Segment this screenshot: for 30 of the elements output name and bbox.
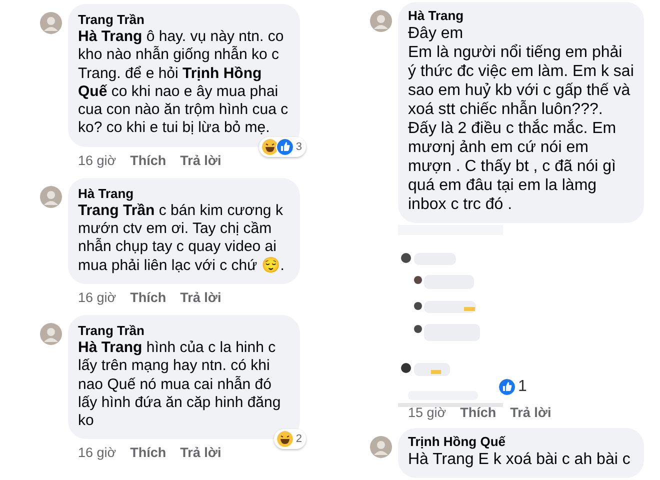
like-link[interactable]: Thích [130,290,166,305]
avatar-icon [40,186,62,208]
timestamp: 15 giờ [408,405,446,420]
author-name[interactable]: Trang Trần [78,322,290,339]
avatar-icon [370,436,392,458]
comment-text: Hà Trang E k xoá bài c ah bài c [408,450,632,469]
author-name[interactable]: Hà Trang [78,184,290,202]
author-name[interactable]: Trang Trần [78,11,290,28]
reaction-badge[interactable]: 2 [274,429,306,450]
comment-text: Đây em Em là người nổi tiếng em phải ý thức đc việc em làm. Em k sai sao em huỷ kb với c gấp thế và xoá stt chiếc nhẫn luôn???. Đấy là 2 điều c thắc mắc. Em mươnj ảnh em cứ nói em mượn . C thấy bt , c đã nói gì quá em đâu tại em la làmg inbox c trc đó . [408,24,634,214]
avatar-icon [370,10,392,32]
reply-link[interactable]: Trả lời [510,405,552,420]
reaction-badge[interactable]: 3 [258,136,306,157]
reaction-badge[interactable]: 1 [496,377,531,397]
like-link[interactable]: Thích [130,445,166,460]
reply-link[interactable]: Trả lời [180,290,222,305]
reply-link[interactable]: Trả lời [180,152,222,168]
like-link[interactable]: Thích [460,405,496,420]
timestamp: 16 giờ [78,445,116,460]
author-name[interactable]: Hà Trang [408,7,634,24]
timestamp: 16 giờ [78,152,116,168]
reply-link[interactable]: Trả lời [180,445,222,460]
comment-text: Trang Trần c bán kim cương k mướn ctv em ơi. Tay chị cầm nhẫn chụp tay c quay video ai mua phải liên lạc với c chứ 😌. [78,202,286,275]
avatar-icon [40,322,62,345]
avatar-icon [40,12,62,34]
like-link[interactable]: Thích [130,152,166,168]
comment-text: Hà Trang ô hay. vụ này ntn. co kho nào nhẫn giống nhẫn ko c Trang. để e hỏi Trịnh Hồng Quế co khi nao e ây mua phai cua con nào ăn trộm hình cua c ko? co khi e tui bị lừa bỏ mẹ. [78,28,290,138]
comment-text: Hà Trang hình của c la hinh c lấy trên mạng hay ntn. có khi nao Quế nó mua cai nhẫn đó lấy hình đứa ăn căp hinh đăng ko [78,338,282,430]
author-name[interactable]: Trịnh Hồng Quế [408,433,634,450]
timestamp: 16 giờ [78,290,116,305]
